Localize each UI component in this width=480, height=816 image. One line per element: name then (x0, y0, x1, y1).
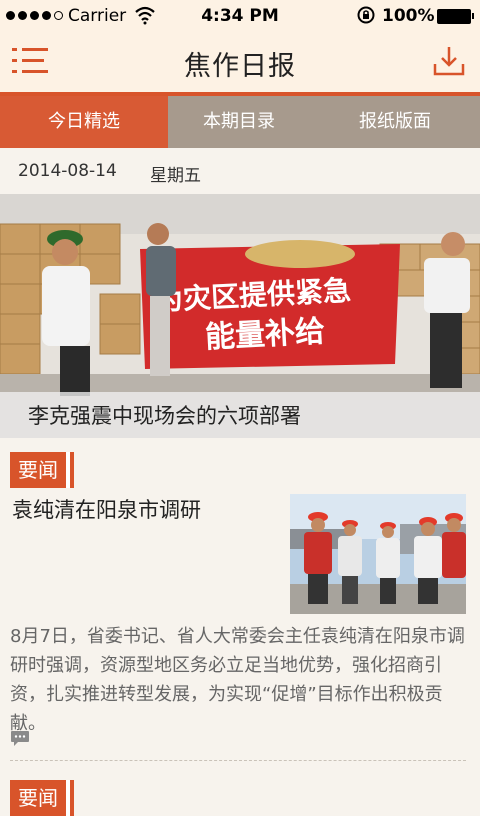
item-divider (10, 760, 466, 761)
issue-date-row: 2014-08-14 星期五 (0, 148, 480, 194)
news-title[interactable]: 袁纯清在阳泉市调研 (12, 494, 201, 524)
app-title: 焦作日报 (184, 51, 296, 82)
issue-date: 2014-08-14 (18, 161, 117, 181)
rotation-lock-icon (357, 6, 375, 24)
tab-today-picks[interactable]: 今日精选 (0, 96, 168, 148)
battery-icon (437, 9, 474, 24)
news-photo (290, 494, 466, 614)
news-thumbnail[interactable] (290, 494, 466, 614)
hero-caption: 李克强震中现场会的六项部署 (28, 404, 301, 428)
tab-newspaper-pages[interactable]: 报纸版面 (310, 96, 480, 148)
download-icon[interactable] (432, 44, 466, 78)
news-summary: 8月7日，省委书记、省人大常委会主任袁纯清在阳泉市调研时强调，资源型地区务必立足… (10, 626, 465, 734)
issue-weekday: 星期五 (150, 166, 201, 186)
status-bar: Carrier 4:34 PM 100% (0, 0, 480, 32)
news-item[interactable]: 要闻 (0, 776, 480, 816)
category-badge: 要闻 (10, 452, 70, 488)
headline-hero[interactable]: 为灾区提供紧急 能量补给 李克强震中现场会的六项部署 (0, 194, 480, 438)
tab-issue-contents[interactable]: 本期目录 (168, 96, 310, 148)
tab-bar: 今日精选 本期目录 报纸版面 (0, 96, 480, 148)
banner-text-line-2: 能量补给 (204, 314, 326, 355)
news-item[interactable]: 要闻 袁纯清在阳泉市调研 8月7日，省委书记、省人大常委会主任袁纯清在阳泉市调研… (0, 438, 480, 778)
app-header: 焦作日报 (0, 32, 480, 96)
battery-percentage: 100% (382, 6, 435, 26)
category-badge: 要闻 (10, 780, 70, 816)
comment-icon[interactable] (10, 730, 30, 748)
hero-caption-bar: 李克强震中现场会的六项部署 (0, 392, 480, 438)
